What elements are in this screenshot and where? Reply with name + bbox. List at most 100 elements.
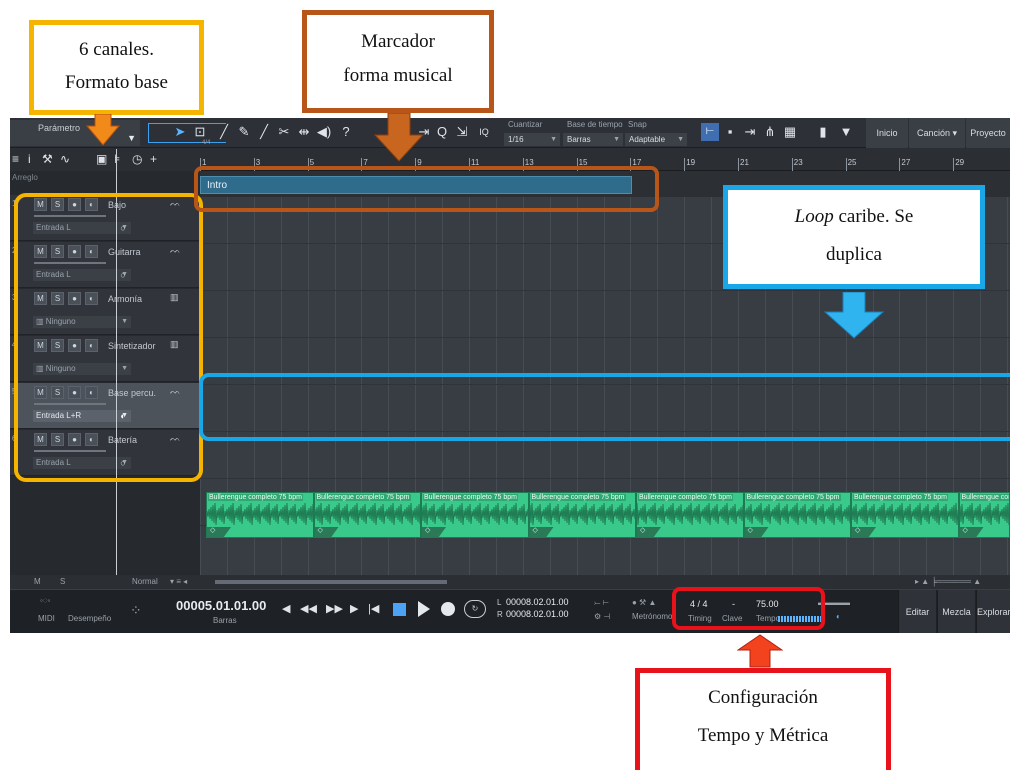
audio-clip[interactable]: Bullerengue completo 75 bpm ◇ bbox=[636, 492, 744, 538]
audio-clip[interactable]: Bullerengue completo 75 bpm ◇ bbox=[206, 492, 314, 538]
audio-clip[interactable]: Bullerengue completo 75 bpm ◇ bbox=[743, 492, 851, 538]
loop-handle[interactable]: ◇ bbox=[314, 527, 339, 537]
channels-arrow-icon bbox=[86, 114, 120, 146]
horizontal-scrollbar[interactable] bbox=[215, 580, 447, 584]
autoscroll-icon[interactable]: ⊢ bbox=[701, 123, 719, 141]
annotation-marker-line2: forma musical bbox=[343, 65, 453, 86]
nav-start-button[interactable]: Inicio bbox=[866, 118, 908, 148]
audio-clip[interactable]: Bullerengue completo 75 bpm ◇ bbox=[421, 492, 529, 538]
range-tool-icon[interactable]: ⊡ bbox=[192, 123, 208, 141]
bend-tool-icon[interactable]: ⇹ bbox=[296, 123, 312, 141]
ruler-tick bbox=[899, 158, 901, 171]
fast-forward-icon[interactable]: ▶▶ bbox=[326, 602, 343, 615]
audio-clip[interactable]: Bullerengue completo 75 bpm ◇ bbox=[958, 492, 1010, 538]
tempo-arrow-icon bbox=[737, 634, 783, 668]
loop-handle[interactable]: ◇ bbox=[637, 527, 661, 537]
nav-edit-button[interactable]: Editar bbox=[898, 590, 936, 633]
loop-handle[interactable]: ◇ bbox=[959, 527, 984, 537]
toggle-icon[interactable]: ◐ bbox=[836, 612, 841, 621]
left-locator-value[interactable]: 00008.02.01.00 bbox=[506, 597, 569, 607]
import-icon[interactable]: ▼ bbox=[838, 123, 854, 141]
tempo-highlight-frame bbox=[672, 587, 825, 630]
automation-icon[interactable]: ∿ bbox=[60, 152, 70, 166]
loop-handle-icon: ◇ bbox=[640, 527, 646, 534]
settings-icon[interactable]: ⚙ ⊣ bbox=[594, 612, 610, 621]
stop-icon[interactable] bbox=[393, 603, 406, 616]
quantize-icon[interactable]: Q bbox=[434, 123, 450, 141]
snap-select[interactable]: Adaptable ▼ bbox=[625, 133, 687, 146]
clip-label: Bullerengue completo 75 bpm bbox=[423, 494, 519, 501]
loop-arrow-icon bbox=[823, 292, 885, 339]
wrench-icon[interactable]: ⚒ bbox=[42, 152, 53, 166]
listen-tool-icon[interactable]: ◀) bbox=[316, 123, 332, 141]
ruler-bar-label: 25 bbox=[847, 158, 857, 167]
waveform bbox=[744, 503, 851, 525]
nav-mix-button[interactable]: Mezcla bbox=[937, 590, 975, 633]
forward-icon[interactable]: ▶ bbox=[350, 602, 358, 615]
help-icon[interactable]: ? bbox=[338, 123, 354, 141]
mute-tool-icon[interactable]: ✂ bbox=[276, 123, 292, 141]
midi-label: MIDI bbox=[38, 614, 55, 623]
add-track-icon[interactable]: + bbox=[150, 152, 157, 166]
list-icon[interactable]: ≡ bbox=[12, 152, 19, 166]
record-icon[interactable] bbox=[441, 602, 455, 616]
right-locator-value[interactable]: 00008.02.01.00 bbox=[506, 609, 569, 619]
ruler-bar-label: 27 bbox=[901, 158, 911, 167]
transport-time-display[interactable]: 00005.01.01.00 bbox=[176, 598, 266, 613]
zoom-slider[interactable]: ▸ ▲ ╞══════ ▲ bbox=[915, 577, 981, 586]
annotation-tempo-line1: Configuración bbox=[708, 687, 818, 708]
clip-label: Bullerengue completo 75 bpm bbox=[960, 494, 1010, 501]
performance-label: Desempeño bbox=[68, 614, 112, 623]
waveform bbox=[529, 503, 636, 525]
annotation-tempo: Configuración Tempo y Métrica bbox=[635, 668, 891, 770]
view-mode-select[interactable]: Normal bbox=[132, 577, 158, 586]
split-view-icon[interactable]: ⋔ bbox=[762, 123, 778, 141]
audio-clip[interactable]: Bullerengue completo 75 bpm ◇ bbox=[313, 492, 421, 538]
ruler-tick bbox=[684, 158, 686, 171]
loop-handle[interactable]: ◇ bbox=[207, 527, 231, 537]
mute-all-button[interactable]: M bbox=[34, 577, 41, 586]
transport-bar: ◦◌◦ MIDI Desempeño ⁘ 00005.01.01.00 Barr… bbox=[10, 589, 1010, 633]
go-to-start-icon[interactable]: |◀ bbox=[368, 602, 379, 615]
layers-icon[interactable]: ⊧ bbox=[114, 152, 120, 166]
play-icon[interactable] bbox=[418, 601, 430, 617]
punch-icon[interactable]: ⤚ ⊢ bbox=[594, 598, 609, 608]
annotation-marker: Marcador forma musical bbox=[302, 10, 494, 113]
right-locator-letter: R bbox=[497, 610, 503, 619]
loop-handle[interactable]: ◇ bbox=[422, 527, 446, 537]
loop-handle[interactable]: ◇ bbox=[744, 527, 769, 537]
quantize-select[interactable]: 1/16 ▼ bbox=[504, 133, 560, 146]
nav-song-button[interactable]: Canción ▾ bbox=[909, 118, 965, 148]
split-tool-icon[interactable]: ╱ bbox=[216, 123, 232, 141]
solo-all-button[interactable]: S bbox=[60, 577, 65, 586]
iq-button[interactable]: IQ bbox=[476, 123, 492, 141]
timebase-select[interactable]: Barras ▼ bbox=[563, 133, 623, 146]
grid-icon[interactable]: ▦ bbox=[782, 123, 798, 141]
follow-icon[interactable]: ▪ bbox=[722, 123, 738, 141]
audio-clip[interactable]: Bullerengue completo 75 bpm ◇ bbox=[528, 492, 636, 538]
audio-clip[interactable]: Bullerengue completo 75 bpm ◇ bbox=[851, 492, 959, 538]
waveform bbox=[314, 503, 421, 525]
folder-icon[interactable]: ▣ bbox=[96, 152, 107, 166]
paint-tool-icon[interactable]: ╱ bbox=[256, 123, 272, 141]
rewind-to-start-icon[interactable]: ◀ bbox=[282, 602, 290, 615]
loop-handle[interactable]: ◇ bbox=[529, 527, 554, 537]
time-signature-tag: 4/4 bbox=[202, 140, 211, 146]
arrow-tool-icon[interactable]: ➤ bbox=[172, 123, 188, 141]
snap-toggle-icon[interactable]: ⇲ bbox=[454, 123, 470, 141]
nav-browse-button[interactable]: Explorar bbox=[976, 590, 1010, 633]
cursor-follow-icon[interactable]: ⇥ bbox=[742, 123, 758, 141]
eraser-tool-icon[interactable]: ✎ bbox=[236, 123, 252, 141]
clock-icon[interactable]: ◷ bbox=[132, 152, 142, 166]
marker-arrow-icon bbox=[374, 113, 424, 162]
metronome-icon[interactable]: ● ⚒ ▲ bbox=[632, 598, 656, 607]
timebase-value: Barras bbox=[567, 135, 591, 144]
film-icon[interactable]: ▮ bbox=[815, 123, 831, 141]
chevron-down-icon: ▼ bbox=[550, 136, 557, 143]
parameter-field[interactable]: Parámetro ▼ bbox=[10, 120, 140, 146]
loop-handle[interactable]: ◇ bbox=[852, 527, 876, 537]
nav-project-button[interactable]: Proyecto bbox=[966, 118, 1010, 148]
loop-icon[interactable]: ↻ bbox=[464, 600, 486, 618]
rewind-icon[interactable]: ◀◀ bbox=[300, 602, 317, 615]
info-icon[interactable]: i bbox=[28, 152, 31, 166]
